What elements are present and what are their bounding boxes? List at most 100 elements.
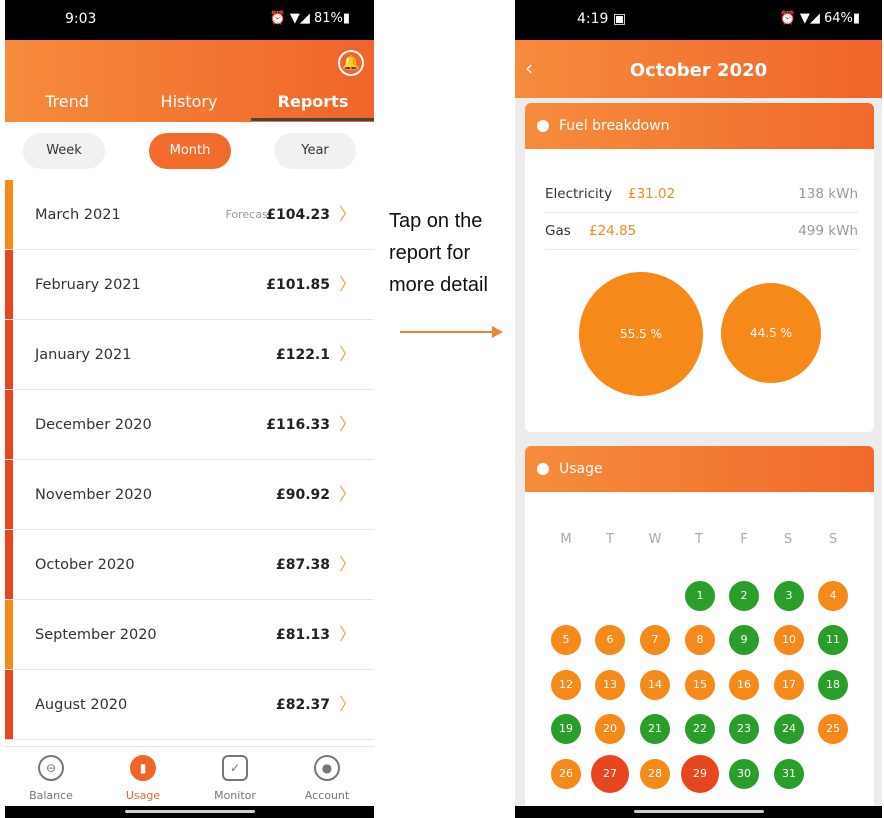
calendar-day[interactable]: 20: [595, 714, 625, 744]
calendar-day[interactable]: 30: [729, 759, 759, 789]
calendar-day[interactable]: 8: [685, 625, 715, 655]
calendar-day[interactable]: 5: [551, 625, 581, 655]
calendar-day[interactable]: 1: [685, 581, 715, 611]
tab-history[interactable]: History: [129, 92, 249, 111]
page-title: October 2020: [629, 60, 768, 81]
row-month: February 2021: [35, 277, 141, 293]
report-row[interactable]: December 2020 £116.33 〉: [5, 390, 374, 460]
status-bar: 4:19 ▣ ⏰ ▼◢ 64%▮: [515, 0, 882, 40]
report-row[interactable]: March 2021 Forecast £104.23 〉: [5, 180, 374, 250]
status-time: 9:03: [65, 11, 97, 27]
report-row[interactable]: January 2021 £122.1 〉: [5, 320, 374, 390]
row-indicator: [5, 460, 13, 529]
report-row[interactable]: September 2020 £81.13 〉: [5, 600, 374, 670]
shield-check-icon: ✓: [222, 755, 248, 781]
calendar-day[interactable]: 3: [774, 581, 804, 611]
calendar-day[interactable]: 13: [595, 670, 625, 700]
row-indicator: [5, 670, 13, 739]
calendar-day[interactable]: 9: [729, 625, 759, 655]
row-indicator: [5, 180, 13, 249]
chevron-right-icon: 〉: [339, 485, 356, 505]
calendar-day[interactable]: 27: [591, 755, 629, 793]
bottom-nav: ⊖ Balance ▮ Usage ✓ Monitor ● Account: [5, 746, 374, 807]
row-amount: £81.13: [275, 627, 330, 643]
calendar-day[interactable]: 26: [551, 759, 581, 789]
row-indicator: [5, 530, 13, 599]
calendar-day[interactable]: 11: [818, 625, 848, 655]
report-row[interactable]: November 2020 £90.92 〉: [5, 460, 374, 530]
row-amount: £122.1: [275, 347, 330, 363]
row-indicator: [5, 390, 13, 459]
row-amount: £87.38: [275, 557, 330, 573]
period-year-button[interactable]: Year: [274, 133, 356, 169]
calendar-day[interactable]: 19: [551, 714, 581, 744]
nav-label: Monitor: [214, 789, 256, 802]
calendar-day[interactable]: 6: [595, 625, 625, 655]
row-indicator: [5, 250, 13, 319]
fuel-breakdown-card: Fuel breakdown Electricity £31.02 138 kW…: [525, 103, 874, 432]
calendar-day[interactable]: 12: [551, 670, 581, 700]
weekday-label: T: [695, 532, 703, 547]
fuel-row-gas: Gas £24.85 499 kWh: [545, 213, 858, 250]
calendar-day[interactable]: 24: [774, 714, 804, 744]
calendar-day[interactable]: 29: [681, 755, 719, 793]
nav-label: Usage: [125, 789, 161, 802]
calendar-day[interactable]: 18: [818, 670, 848, 700]
period-week-button[interactable]: Week: [23, 133, 105, 169]
annotation-line: Tap on the: [389, 210, 483, 232]
calendar-day[interactable]: 23: [729, 714, 759, 744]
gauge-icon: ⊖: [38, 755, 64, 781]
fuel-kwh: 499 kWh: [798, 223, 858, 239]
tab-underline: [251, 118, 374, 121]
report-row[interactable]: February 2021 £101.85 〉: [5, 250, 374, 320]
calendar-day[interactable]: 31: [774, 759, 804, 789]
calendar-day[interactable]: 14: [640, 670, 670, 700]
card-title: Fuel breakdown: [559, 118, 670, 134]
report-row[interactable]: August 2020 £82.37 〉: [5, 670, 374, 740]
calendar-day[interactable]: 4: [818, 581, 848, 611]
fuel-row-electricity: Electricity £31.02 138 kWh: [545, 176, 858, 213]
chevron-right-icon: 〉: [339, 695, 356, 715]
arrow-right-icon: [400, 326, 503, 338]
nav-usage[interactable]: ▮ Usage: [107, 755, 179, 802]
row-forecast-label: Forecast: [225, 208, 272, 221]
nav-balance[interactable]: ⊖ Balance: [15, 755, 87, 802]
row-month: January 2021: [35, 347, 132, 363]
calendar-day[interactable]: 28: [640, 759, 670, 789]
weekday-label: F: [740, 532, 748, 547]
bar-chart-icon: ▮: [130, 755, 156, 781]
report-detail-screen: 4:19 ▣ ⏰ ▼◢ 64%▮ ‹ October 2020 Fuel bre…: [515, 0, 882, 818]
nav-monitor[interactable]: ✓ Monitor: [199, 755, 271, 802]
calendar-day[interactable]: 17: [774, 670, 804, 700]
report-row[interactable]: October 2020 £87.38 〉: [5, 530, 374, 600]
annotation-text: Tap on the report for more detail: [389, 205, 509, 301]
row-indicator: [5, 320, 13, 389]
card-header: Fuel breakdown: [525, 103, 874, 149]
calendar-day[interactable]: 16: [729, 670, 759, 700]
calendar-day[interactable]: 15: [685, 670, 715, 700]
annotation-line: report for: [389, 242, 471, 264]
chevron-right-icon: 〉: [339, 345, 356, 365]
row-amount: £116.33: [266, 417, 330, 433]
tab-trend[interactable]: Trend: [7, 92, 127, 111]
tab-reports[interactable]: Reports: [253, 92, 373, 111]
row-amount: £82.37: [275, 697, 330, 713]
gas-share-circle: 44.5 %: [721, 283, 821, 383]
weekday-label: W: [648, 532, 662, 547]
chevron-right-icon: 〉: [339, 625, 356, 645]
row-month: August 2020: [35, 697, 128, 713]
calendar-day[interactable]: 22: [685, 714, 715, 744]
fuel-cost: £31.02: [628, 186, 676, 202]
notification-bell-icon[interactable]: 🔔: [338, 50, 364, 76]
calendar-day[interactable]: 21: [640, 714, 670, 744]
electricity-share-circle: 55.5 %: [579, 272, 703, 396]
period-month-button[interactable]: Month: [149, 133, 231, 169]
weekday-label: S: [828, 532, 838, 547]
nav-account[interactable]: ● Account: [291, 755, 363, 802]
weekday-label: S: [783, 532, 793, 547]
nav-label: Balance: [29, 789, 73, 802]
calendar-day[interactable]: 10: [774, 625, 804, 655]
calendar-day[interactable]: 2: [729, 581, 759, 611]
calendar-day[interactable]: 25: [818, 714, 848, 744]
calendar-day[interactable]: 7: [640, 625, 670, 655]
